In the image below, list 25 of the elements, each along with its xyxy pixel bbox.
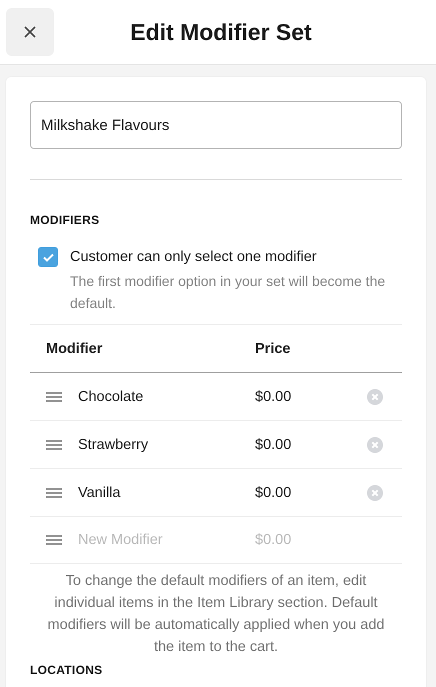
new-price-field[interactable]: $0.00 [255,532,367,548]
drag-handle-icon[interactable] [46,535,62,545]
modifier-name: Chocolate [78,388,144,404]
checkbox-label: Customer can only select one modifier [70,248,318,267]
modifier-price: $0.00 [255,484,292,500]
column-header: Price [255,340,290,356]
section-heading: LOCATIONS [30,663,104,677]
info-text: To change the default modifiers of an item, edit individual items in the Item Library section. Default modifiers will be automatically applied when you add the item to the cart. [46,572,386,657]
section-heading: MODIFIERS [30,213,100,227]
drag-handle-icon[interactable] [46,440,62,450]
page-title: Edit Modifier Set [129,18,313,46]
modifier-price: $0.00 [255,436,292,452]
hint-text: The first modifier option in your set will become the default. [70,272,386,313]
checkbox[interactable] [38,247,58,267]
close-icon [24,26,36,38]
check-icon [42,252,54,262]
modifier-price: $0.00 [255,388,292,404]
new-modifier-field[interactable]: New Modifier [78,532,255,548]
drag-handle-icon[interactable] [46,488,62,498]
column-header: Modifier [45,340,104,356]
modifier-name: Vanilla [78,484,122,500]
drag-handle-icon[interactable] [46,392,62,402]
name-field[interactable]: Milkshake Flavours [30,101,402,149]
modifier-name: Strawberry [78,436,150,452]
close-button[interactable] [6,8,54,56]
